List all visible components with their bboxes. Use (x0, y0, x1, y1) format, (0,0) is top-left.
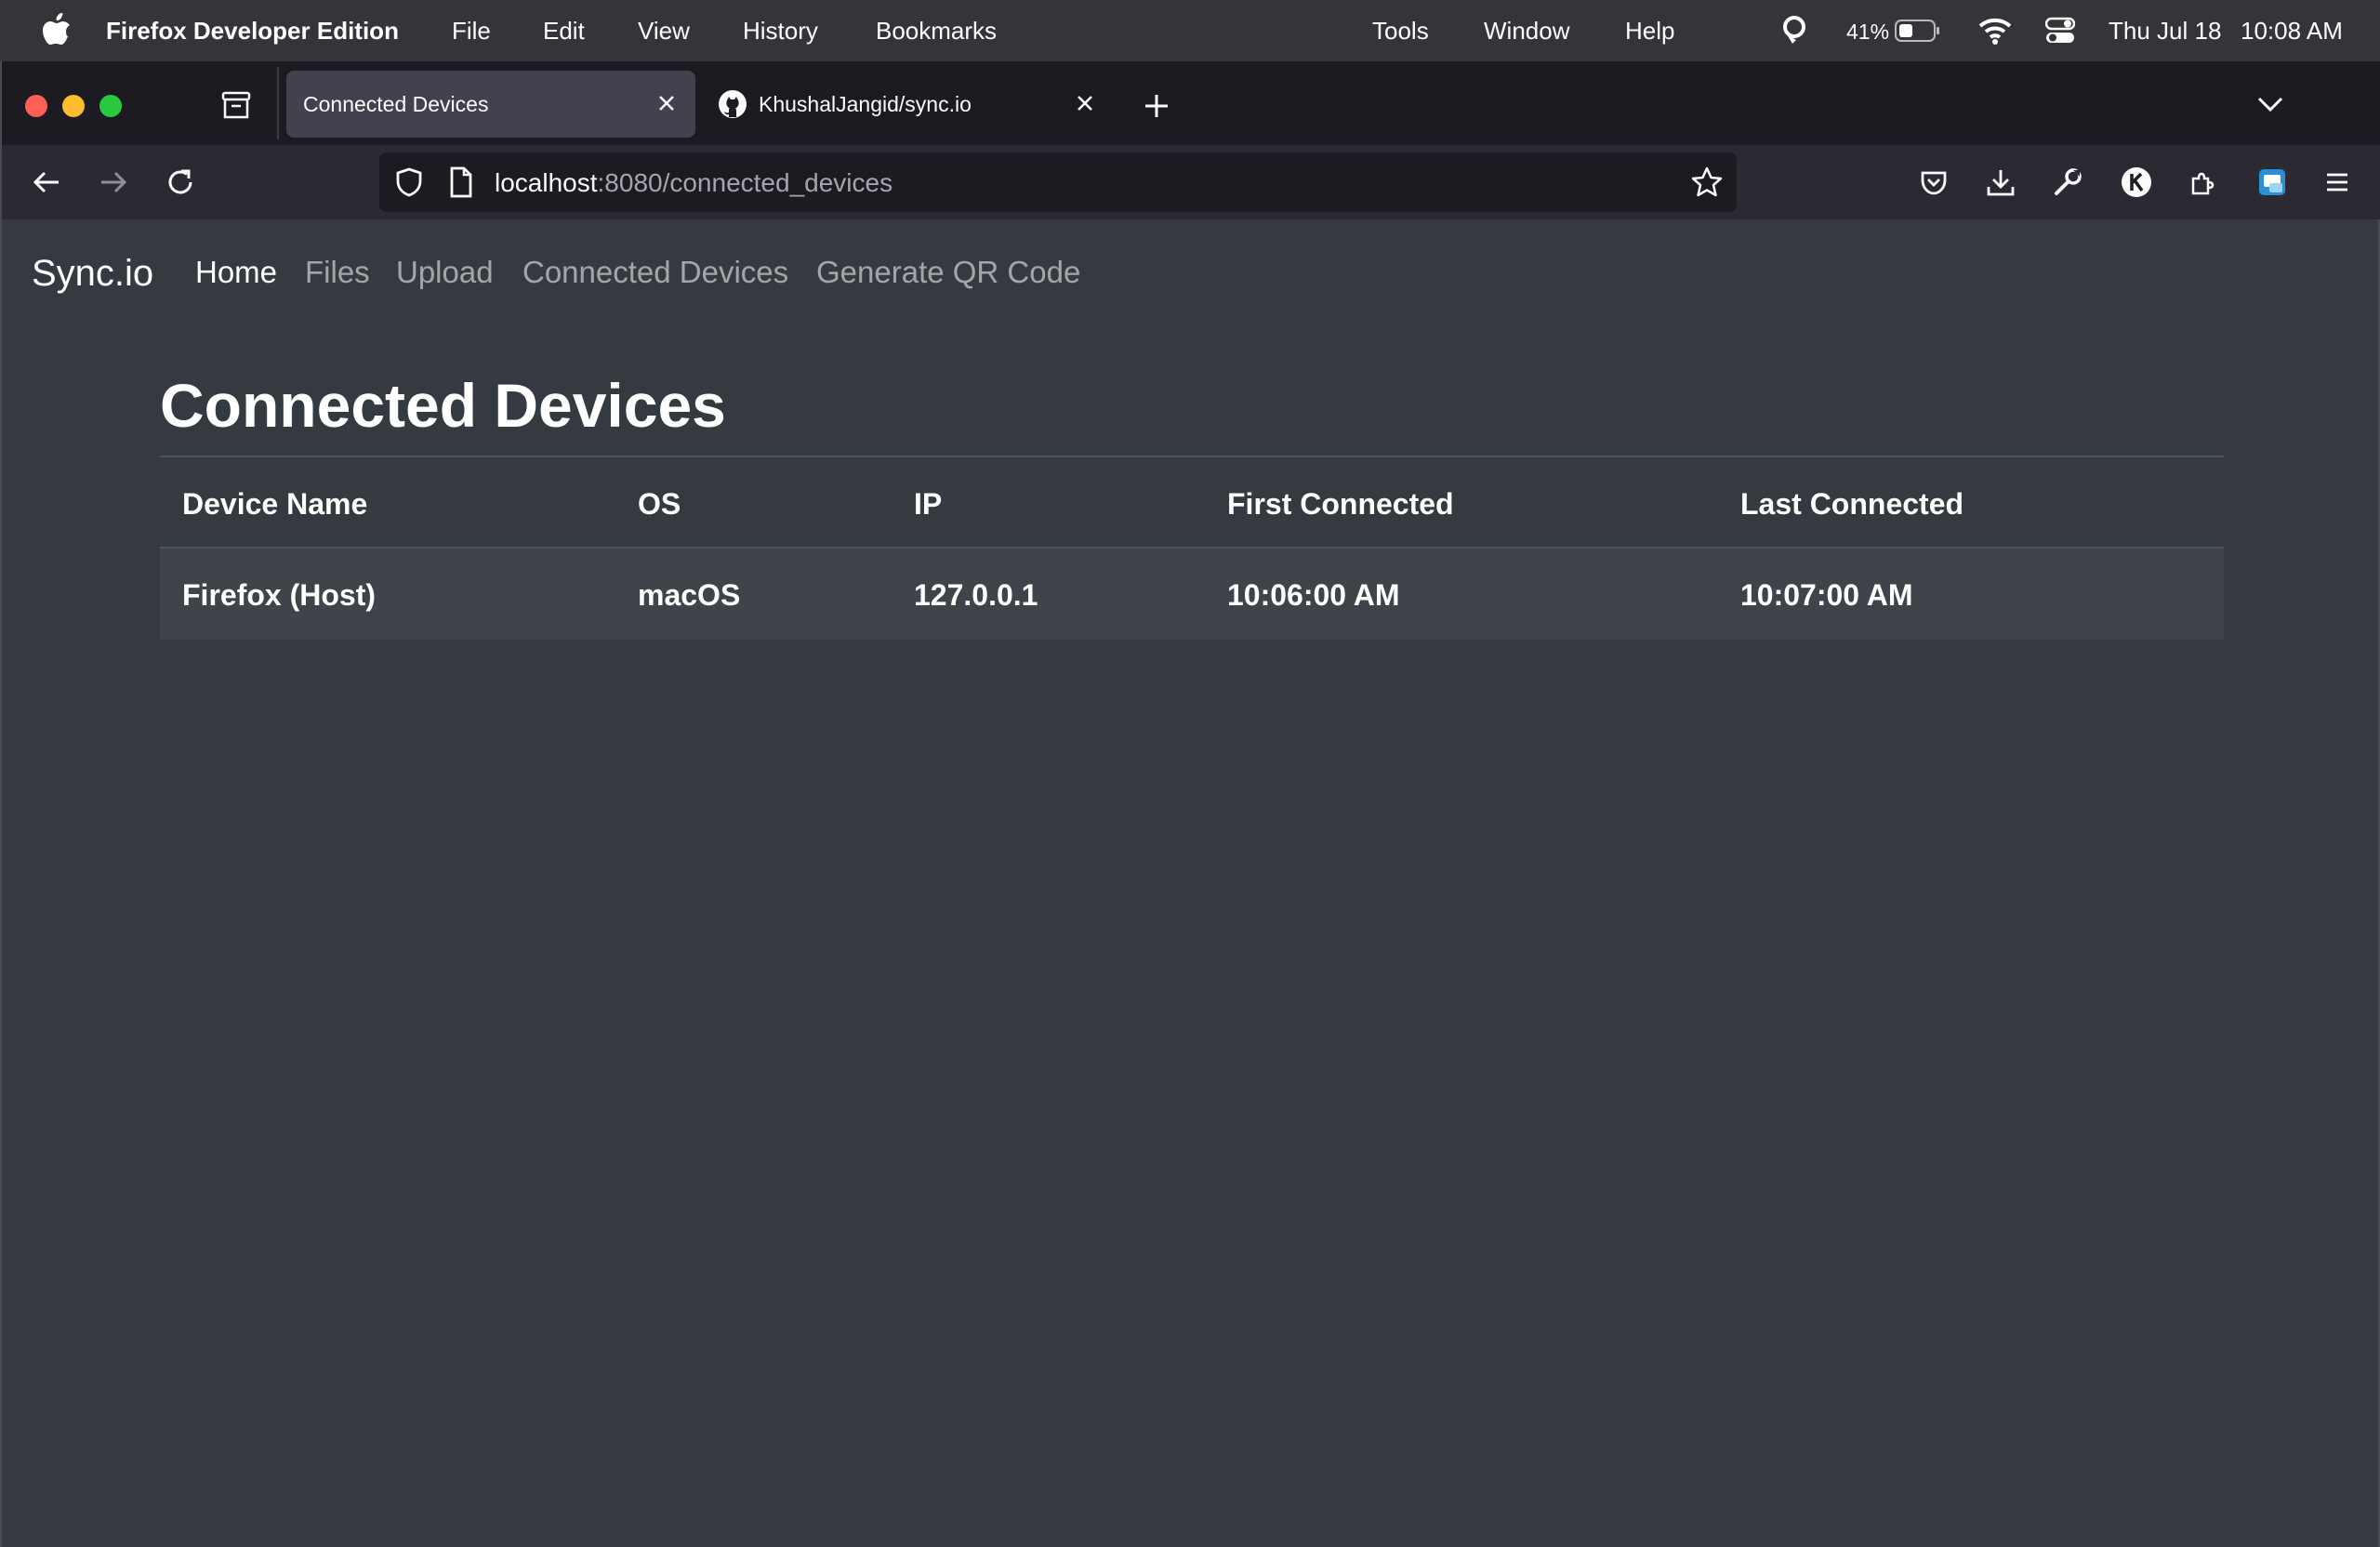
nav-home[interactable]: Home (195, 255, 277, 290)
account-icon[interactable] (2114, 160, 2159, 205)
tab-divider (277, 67, 279, 139)
site-navbar: Sync.io Home Files Upload Connected Devi… (2, 219, 2378, 331)
navigation-toolbar: localhost:8080/connected_devices (2, 145, 2380, 219)
wifi-icon[interactable] (1978, 16, 2012, 46)
nav-upload[interactable]: Upload (396, 255, 494, 290)
tab-label: KhushalJangid/sync.io (759, 91, 972, 116)
column-header: OS (638, 487, 681, 521)
column-header: Device Name (182, 487, 368, 521)
menu-bookmarks[interactable]: Bookmarks (876, 17, 997, 45)
star-icon[interactable] (1690, 165, 1724, 199)
column-header: Last Connected (1740, 487, 1964, 521)
lock-icon[interactable] (1781, 16, 1807, 46)
cell-device-name: Firefox (Host) (182, 578, 376, 612)
back-icon[interactable] (24, 160, 69, 205)
tab-label: Connected Devices (303, 91, 489, 116)
battery-icon[interactable] (1895, 16, 1941, 46)
close-icon[interactable] (1071, 89, 1099, 117)
menu-window[interactable]: Window (1484, 17, 1569, 45)
cell-first-connected: 10:06:00 AM (1227, 578, 1400, 612)
url-path: :8080/connected_devices (597, 168, 893, 197)
column-header: IP (914, 487, 943, 521)
tab-connected-devices[interactable]: Connected Devices (286, 71, 695, 138)
menu-tools[interactable]: Tools (1372, 17, 1429, 45)
reload-icon[interactable] (158, 160, 203, 205)
download-icon[interactable] (1978, 160, 2023, 205)
cell-last-connected: 10:07:00 AM (1740, 578, 1913, 612)
menu-file[interactable]: File (452, 17, 491, 45)
extensions-icon[interactable] (2181, 160, 2226, 205)
tab-manager-icon[interactable] (218, 87, 255, 125)
url-text[interactable]: localhost:8080/connected_devices (495, 168, 892, 198)
app-name-menu[interactable]: Firefox Developer Edition (106, 17, 399, 45)
table-header: Device Name OS IP First Connected Last C… (160, 456, 2224, 549)
menubar-date[interactable]: Thu Jul 18 (2109, 17, 2221, 45)
shield-icon[interactable] (392, 165, 426, 199)
pocket-icon[interactable] (1911, 160, 1956, 205)
control-center-icon[interactable] (2045, 16, 2075, 46)
cell-ip: 127.0.0.1 (914, 578, 1038, 612)
tab-github[interactable]: KhushalJangid/sync.io (705, 71, 1114, 138)
zoom-window-button[interactable] (99, 95, 122, 117)
nav-generate-qr-code[interactable]: Generate QR Code (816, 255, 1080, 290)
list-all-tabs-icon[interactable] (2252, 89, 2289, 119)
page-icon[interactable] (446, 165, 476, 199)
site-brand[interactable]: Sync.io (32, 253, 153, 295)
url-bar[interactable]: localhost:8080/connected_devices (379, 152, 1737, 212)
apple-icon[interactable] (41, 13, 73, 48)
menu-history[interactable]: History (743, 17, 818, 45)
extension-app-icon[interactable] (2250, 160, 2294, 205)
forward-icon[interactable] (91, 160, 136, 205)
macos-menu-bar: Firefox Developer Edition File Edit View… (0, 0, 2380, 61)
column-header: First Connected (1227, 487, 1454, 521)
close-icon[interactable] (653, 89, 681, 117)
menu-icon[interactable] (2315, 160, 2360, 205)
github-icon (718, 89, 747, 119)
menubar-time[interactable]: 10:08 AM (2241, 17, 2343, 45)
page-content: Sync.io Home Files Upload Connected Devi… (2, 219, 2378, 1547)
tab-bar: Connected Devices KhushalJangid/sync.io (2, 61, 2380, 145)
close-window-button[interactable] (25, 95, 47, 117)
table-row: Firefox (Host) macOS 127.0.0.1 10:06:00 … (160, 549, 2224, 640)
cell-os: macOS (638, 578, 741, 612)
browser-window: Connected Devices KhushalJangid/sync.io (0, 61, 2380, 1547)
menu-edit[interactable]: Edit (543, 17, 585, 45)
wrench-icon[interactable] (2045, 160, 2090, 205)
url-host: localhost (495, 168, 598, 197)
page-title: Connected Devices (160, 371, 726, 440)
new-tab-button[interactable] (1138, 87, 1175, 125)
battery-percent: 41% (1846, 20, 1890, 44)
menu-view[interactable]: View (638, 17, 690, 45)
minimize-window-button[interactable] (62, 95, 85, 117)
nav-connected-devices[interactable]: Connected Devices (522, 255, 788, 290)
nav-files[interactable]: Files (305, 255, 370, 290)
menu-help[interactable]: Help (1625, 17, 1674, 45)
